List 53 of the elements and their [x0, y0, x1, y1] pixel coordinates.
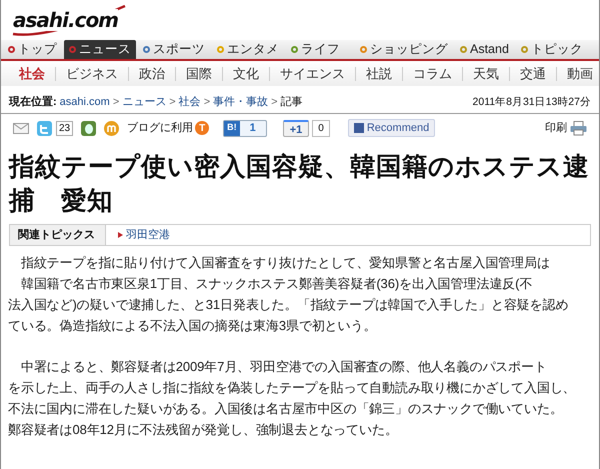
breadcrumb-separator: > [204, 95, 210, 110]
nav-tab[interactable]: ライフ [286, 40, 345, 59]
nav-tab[interactable]: ニュース [64, 40, 136, 59]
category-link[interactable]: 政治 [129, 64, 175, 84]
tweet-count: 23 [56, 120, 74, 136]
category-link[interactable]: 国際 [176, 64, 222, 84]
body-text-line: 韓国籍で名古市東区泉1丁目、スナックホステス鄭善美容疑者(36)を出入国管理法違反(不 [20, 275, 534, 293]
topic-link[interactable]: 羽田空港 [118, 226, 170, 244]
category-link[interactable]: 動画 [557, 64, 599, 84]
body-text-line: 指紋テープを指に貼り付けて入国審査をすり抜けたとして、愛知県警と名古屋入国管理局は [20, 254, 551, 272]
plus-one-count: 0 [312, 120, 330, 136]
body-text-line: 鄭容疑者は08年12月に不法残留が発覚し、強制退去となっていた。 [8, 421, 399, 439]
breadcrumb-link[interactable]: 社会 [178, 94, 201, 111]
category-link[interactable]: 文化 [223, 64, 269, 84]
nav-tab[interactable]: トップ [3, 40, 62, 59]
nav-tab[interactable]: Astand [455, 40, 514, 59]
blog-label[interactable]: ブログに利用 [127, 120, 194, 136]
body-text-line: ている。偽造指紋による不法入国の摘発は東海3県で初という。 [8, 317, 378, 335]
breadcrumb-link[interactable]: 事件・事故 [213, 94, 268, 111]
category-link[interactable]: 交通 [510, 64, 556, 84]
printer-icon[interactable] [570, 120, 587, 136]
breadcrumb-separator: > [271, 95, 278, 110]
article-headline: 指紋テープ使い密入国容疑、韓国籍のホステス逮捕 愛知 [7, 152, 590, 217]
breadcrumb-separator: > [169, 95, 176, 110]
nav-tab[interactable]: トピック [516, 40, 588, 59]
print-label[interactable]: 印刷 [545, 120, 567, 136]
body-text-line: を示した上、両手の人さし指に指紋を偽装したテープを貼って自動読み取り機にかざして入国し、 [8, 379, 577, 397]
category-link[interactable]: 社会 [9, 64, 55, 84]
recommend-button[interactable]: Recommend [348, 119, 436, 137]
category-link[interactable]: 社説 [356, 64, 402, 84]
triangle-icon [118, 232, 123, 238]
m-logo-icon[interactable] [104, 120, 120, 136]
breadcrumb-separator: > [112, 95, 120, 110]
breadcrumb-current: 記事 [280, 95, 303, 110]
plus-one-button[interactable]: +1 [282, 120, 310, 136]
category-link[interactable]: ビジネス [56, 64, 128, 84]
body-text-line: 法入国など)の疑いで逮捕した、と31日発表した。「指紋テープは韓国で入手した」と容疑を認め [8, 296, 570, 314]
category-link[interactable]: 天気 [463, 64, 509, 84]
nav-tab[interactable]: スポーツ [138, 40, 210, 59]
topics-label: 関連トピックス [10, 225, 106, 245]
category-link[interactable]: サイエンス [270, 64, 355, 84]
bookmark-button[interactable]: B! 1 [223, 120, 267, 136]
mail-icon[interactable] [13, 122, 29, 134]
breadcrumb-link[interactable]: asahi.com [60, 94, 110, 111]
body-text-line: 中署によると、鄭容疑者は2009年7月、羽田空港での入国審査の際、他人名義のパスポート [20, 358, 548, 376]
category-link[interactable]: コラム [403, 64, 462, 84]
breadcrumb-label: 現在位置: [9, 94, 57, 110]
timestamp: 2011年8月31日13時27分 [472, 94, 591, 110]
nav-tab[interactable]: エンタメ [212, 40, 284, 59]
nav-tab[interactable]: ショッピング [355, 40, 453, 59]
breadcrumb-link[interactable]: ニュース [122, 94, 166, 111]
body-text-line: 不法に国内に滞在した疑いがある。入国後は名古屋市中区の「錦三」のスナックで働いていた。 [8, 400, 564, 418]
bird-icon[interactable] [37, 120, 52, 136]
